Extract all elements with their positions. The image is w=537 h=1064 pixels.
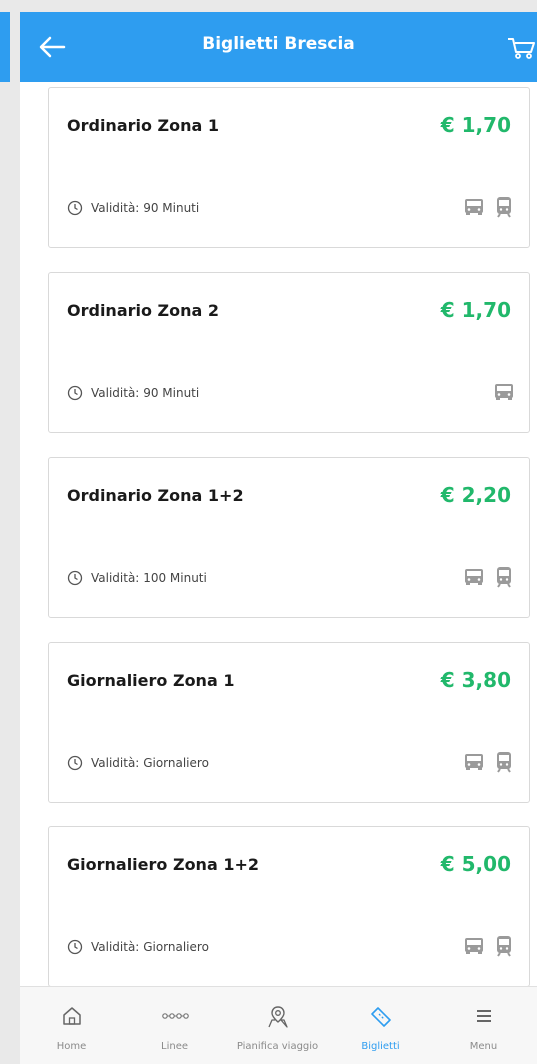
bus-icon <box>465 754 483 770</box>
validity-label: Validità: <box>91 201 140 215</box>
ticket-price: € 1,70 <box>440 298 511 322</box>
transport-modes <box>493 381 515 403</box>
clock-icon <box>67 939 83 955</box>
validity-label: Validità: <box>91 571 140 585</box>
clock-icon <box>67 200 83 216</box>
nav-label: Pianifica viaggio <box>236 1041 319 1052</box>
ticket-card[interactable]: Ordinario Zona 1+2 € 2,20 Validità: 100 … <box>48 457 530 618</box>
ticket-name: Giornaliero Zona 1+2 <box>67 855 259 874</box>
nav-label: Menu <box>469 1041 498 1052</box>
nav-home[interactable]: Home <box>20 987 123 1064</box>
bus-icon <box>465 199 483 215</box>
ticket-price: € 2,20 <box>440 483 511 507</box>
nav-pianifica-viaggio[interactable]: Pianifica viaggio <box>226 987 329 1064</box>
tram-icon <box>497 752 511 773</box>
page-title: Biglietti Brescia <box>202 34 355 54</box>
app-screen: Biglietti Brescia Ordinario Zona 1 € 1,7… <box>20 12 537 1064</box>
background-app-strip <box>0 12 10 82</box>
ticket-validity: Validità: Giornaliero <box>67 755 209 771</box>
ticket-name: Giornaliero Zona 1 <box>67 671 235 690</box>
tram-icon <box>497 567 511 588</box>
tram-icon <box>497 936 511 957</box>
ticket-validity: Validità: 90 Minuti <box>67 200 199 216</box>
validity-value: 90 Minuti <box>143 201 200 215</box>
ticket-name: Ordinario Zona 1+2 <box>67 486 244 505</box>
lines-icon <box>161 1013 189 1019</box>
ticket-name: Ordinario Zona 2 <box>67 301 220 320</box>
transport-modes <box>463 751 515 773</box>
ticket-validity: Validità: 100 Minuti <box>67 570 207 586</box>
bus-icon <box>465 938 483 954</box>
ticket-validity: Validità: 90 Minuti <box>67 385 199 401</box>
clock-icon <box>67 385 83 401</box>
clock-icon <box>67 755 83 771</box>
bus-icon <box>465 569 483 585</box>
validity-value: Giornaliero <box>143 756 209 770</box>
ticket-card[interactable]: Giornaliero Zona 1 € 3,80 Validità: Gior… <box>48 642 530 803</box>
validity-value: 90 Minuti <box>143 386 200 400</box>
nav-label: Biglietti <box>361 1041 400 1052</box>
nav-menu[interactable]: Menu <box>432 987 535 1064</box>
validity-label: Validità: <box>91 756 140 770</box>
nav-label: Home <box>56 1041 87 1052</box>
cart-icon[interactable] <box>507 36 537 60</box>
ticket-price: € 3,80 <box>440 668 511 692</box>
transport-modes <box>463 196 515 218</box>
ticket-name: Ordinario Zona 1 <box>67 116 220 135</box>
nav-label: Linee <box>161 1041 188 1052</box>
ticket-price: € 5,00 <box>440 852 511 876</box>
validity-label: Validità: <box>91 386 140 400</box>
ticket-card[interactable]: Giornaliero Zona 1+2 € 5,00 Validità: Gi… <box>48 826 530 986</box>
app-bar: Biglietti Brescia <box>20 12 537 82</box>
menu-icon <box>476 1010 491 1022</box>
home-icon <box>62 1007 81 1025</box>
clock-icon <box>67 570 83 586</box>
validity-value: Giornaliero <box>143 940 209 954</box>
bus-icon <box>495 384 513 400</box>
ticket-card[interactable]: Ordinario Zona 1 € 1,70 Validità: 90 Min… <box>48 87 530 248</box>
ticket-card[interactable]: Ordinario Zona 2 € 1,70 Validità: 90 Min… <box>48 272 530 433</box>
ticket-validity: Validità: Giornaliero <box>67 939 209 955</box>
map-pin-icon <box>267 1006 288 1028</box>
nav-biglietti[interactable]: Biglietti <box>329 987 432 1064</box>
nav-linee[interactable]: Linee <box>123 987 226 1064</box>
transport-modes <box>463 566 515 588</box>
tram-icon <box>497 197 511 218</box>
validity-label: Validità: <box>91 940 140 954</box>
bottom-nav: Home Linee Pianifica viaggio Biglietti M… <box>20 986 537 1064</box>
ticket-price: € 1,70 <box>440 113 511 137</box>
transport-modes <box>463 935 515 957</box>
ticket-icon <box>370 1007 391 1027</box>
validity-value: 100 Minuti <box>143 571 207 585</box>
ticket-list: Ordinario Zona 1 € 1,70 Validità: 90 Min… <box>20 82 537 986</box>
